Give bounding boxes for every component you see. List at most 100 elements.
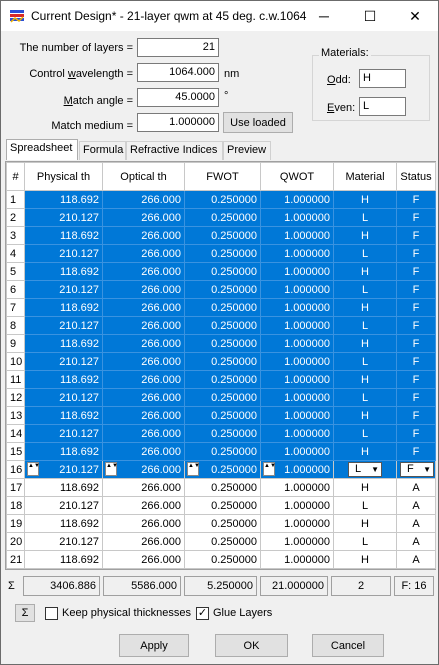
cell-qwot[interactable]: 1.000000 bbox=[260, 514, 334, 533]
table-row[interactable]: 6 210.127 266.000 0.250000 1.000000 L F bbox=[6, 280, 436, 299]
cell-status[interactable]: A bbox=[396, 496, 436, 515]
table-row[interactable]: 21 118.692 266.000 0.250000 1.000000 H A bbox=[6, 550, 436, 569]
cell-optical-thickness[interactable]: 266.000 bbox=[102, 244, 185, 263]
cell-physical-thickness[interactable]: 118.692 bbox=[24, 190, 103, 209]
cell-status[interactable]: F bbox=[396, 352, 436, 371]
cell-material[interactable]: H bbox=[333, 442, 397, 461]
cell-fwot[interactable]: 0.250000 bbox=[184, 280, 261, 299]
cell-material[interactable]: H bbox=[333, 406, 397, 425]
table-row[interactable]: 2 210.127 266.000 0.250000 1.000000 L F bbox=[6, 208, 436, 227]
cell-status[interactable]: F bbox=[396, 388, 436, 407]
cell-status[interactable]: A bbox=[396, 550, 436, 569]
cell-material[interactable]: L bbox=[333, 208, 397, 227]
table-row[interactable]: 8 210.127 266.000 0.250000 1.000000 L F bbox=[6, 316, 436, 335]
table-row[interactable]: 5 118.692 266.000 0.250000 1.000000 H F bbox=[6, 262, 436, 281]
cell-physical-thickness[interactable]: 210.127 bbox=[24, 244, 103, 263]
cell-physical-thickness[interactable]: 118.692 bbox=[24, 226, 103, 245]
cell-optical-thickness[interactable]: 266.000 bbox=[102, 370, 185, 389]
cell-fwot[interactable]: 0.250000 bbox=[184, 442, 261, 461]
status-dropdown[interactable]: F ▼ bbox=[400, 462, 434, 477]
cell-material[interactable]: H bbox=[333, 262, 397, 281]
cell-qwot[interactable]: ▲▼ 1.000000 bbox=[260, 460, 334, 479]
cell-material[interactable]: H bbox=[333, 334, 397, 353]
even-material-input[interactable]: L bbox=[359, 97, 406, 116]
minimize-button[interactable]: ─ bbox=[301, 1, 347, 31]
col-header-physical[interactable]: Physical th bbox=[24, 162, 103, 191]
cell-material[interactable]: H bbox=[333, 478, 397, 497]
cell-material[interactable]: H bbox=[333, 226, 397, 245]
cell-optical-thickness[interactable]: 266.000 bbox=[102, 298, 185, 317]
cell-fwot[interactable]: 0.250000 bbox=[184, 208, 261, 227]
cell-fwot[interactable]: 0.250000 bbox=[184, 352, 261, 371]
tab-formula[interactable]: Formula bbox=[79, 141, 126, 160]
cell-optical-thickness[interactable]: 266.000 bbox=[102, 388, 185, 407]
table-row[interactable]: 1 118.692 266.000 0.250000 1.000000 H F bbox=[6, 190, 436, 209]
spin-arrows-icon[interactable]: ▲▼ bbox=[263, 462, 276, 476]
cell-qwot[interactable]: 1.000000 bbox=[260, 280, 334, 299]
table-row[interactable]: 3 118.692 266.000 0.250000 1.000000 H F bbox=[6, 226, 436, 245]
cell-status[interactable]: A bbox=[396, 478, 436, 497]
cell-qwot[interactable]: 1.000000 bbox=[260, 190, 334, 209]
ok-button[interactable]: OK bbox=[215, 634, 288, 657]
cell-qwot[interactable]: 1.000000 bbox=[260, 316, 334, 335]
cell-material[interactable]: L bbox=[333, 496, 397, 515]
match-medium-input[interactable]: 1.000000 bbox=[137, 113, 219, 132]
cell-status[interactable]: F ▼ bbox=[396, 460, 436, 479]
table-row[interactable]: 11 118.692 266.000 0.250000 1.000000 H F bbox=[6, 370, 436, 389]
cell-material[interactable]: L bbox=[333, 532, 397, 551]
cell-qwot[interactable]: 1.000000 bbox=[260, 496, 334, 515]
cell-optical-thickness[interactable]: ▲▼ 266.000 bbox=[102, 460, 185, 479]
cell-optical-thickness[interactable]: 266.000 bbox=[102, 550, 185, 569]
cell-material[interactable]: L bbox=[333, 352, 397, 371]
chevron-down-icon[interactable]: ▼ bbox=[371, 463, 379, 476]
material-dropdown[interactable]: L ▼ bbox=[348, 462, 382, 477]
cell-optical-thickness[interactable]: 266.000 bbox=[102, 316, 185, 335]
cell-status[interactable]: F bbox=[396, 334, 436, 353]
cell-qwot[interactable]: 1.000000 bbox=[260, 244, 334, 263]
cell-physical-thickness[interactable]: 118.692 bbox=[24, 478, 103, 497]
cell-physical-thickness[interactable]: 118.692 bbox=[24, 550, 103, 569]
table-row[interactable]: 14 210.127 266.000 0.250000 1.000000 L F bbox=[6, 424, 436, 443]
cell-optical-thickness[interactable]: 266.000 bbox=[102, 226, 185, 245]
maximize-button[interactable]: ☐ bbox=[347, 1, 393, 31]
cell-fwot[interactable]: 0.250000 bbox=[184, 424, 261, 443]
cell-fwot[interactable]: 0.250000 bbox=[184, 388, 261, 407]
cell-optical-thickness[interactable]: 266.000 bbox=[102, 280, 185, 299]
col-header-fwot[interactable]: FWOT bbox=[184, 162, 261, 191]
apply-button[interactable]: Apply bbox=[119, 634, 189, 657]
cell-fwot[interactable]: 0.250000 bbox=[184, 298, 261, 317]
sigma-button[interactable]: Σ bbox=[15, 604, 35, 622]
table-row[interactable]: 18 210.127 266.000 0.250000 1.000000 L A bbox=[6, 496, 436, 515]
cell-fwot[interactable]: 0.250000 bbox=[184, 370, 261, 389]
spin-arrows-icon[interactable]: ▲▼ bbox=[187, 462, 200, 476]
cell-qwot[interactable]: 1.000000 bbox=[260, 298, 334, 317]
match-angle-input[interactable]: 45.0000 bbox=[137, 88, 219, 107]
tab-preview[interactable]: Preview bbox=[223, 141, 271, 160]
wavelength-input[interactable]: 1064.000 bbox=[137, 63, 219, 82]
cell-optical-thickness[interactable]: 266.000 bbox=[102, 532, 185, 551]
spin-arrows-icon[interactable]: ▲▼ bbox=[27, 462, 40, 476]
cell-qwot[interactable]: 1.000000 bbox=[260, 334, 334, 353]
cell-physical-thickness[interactable]: 210.127 bbox=[24, 496, 103, 515]
cell-qwot[interactable]: 1.000000 bbox=[260, 442, 334, 461]
cell-physical-thickness[interactable]: 210.127 bbox=[24, 280, 103, 299]
cell-status[interactable]: F bbox=[396, 442, 436, 461]
cell-material[interactable]: H bbox=[333, 190, 397, 209]
close-button[interactable]: ✕ bbox=[392, 1, 438, 31]
cell-status[interactable]: F bbox=[396, 316, 436, 335]
table-row[interactable]: 13 118.692 266.000 0.250000 1.000000 H F bbox=[6, 406, 436, 425]
cell-fwot[interactable]: 0.250000 bbox=[184, 406, 261, 425]
cancel-button[interactable]: Cancel bbox=[312, 634, 384, 657]
glue-layers-checkbox[interactable]: ✓ bbox=[196, 607, 209, 620]
table-row[interactable]: 7 118.692 266.000 0.250000 1.000000 H F bbox=[6, 298, 436, 317]
cell-physical-thickness[interactable]: 210.127 bbox=[24, 532, 103, 551]
odd-material-input[interactable]: H bbox=[359, 69, 406, 88]
chevron-down-icon[interactable]: ▼ bbox=[423, 463, 431, 476]
cell-optical-thickness[interactable]: 266.000 bbox=[102, 496, 185, 515]
cell-optical-thickness[interactable]: 266.000 bbox=[102, 208, 185, 227]
cell-fwot[interactable]: 0.250000 bbox=[184, 244, 261, 263]
cell-qwot[interactable]: 1.000000 bbox=[260, 370, 334, 389]
cell-material[interactable]: H bbox=[333, 514, 397, 533]
layers-input[interactable]: 21 bbox=[137, 38, 219, 57]
cell-physical-thickness[interactable]: 210.127 bbox=[24, 316, 103, 335]
